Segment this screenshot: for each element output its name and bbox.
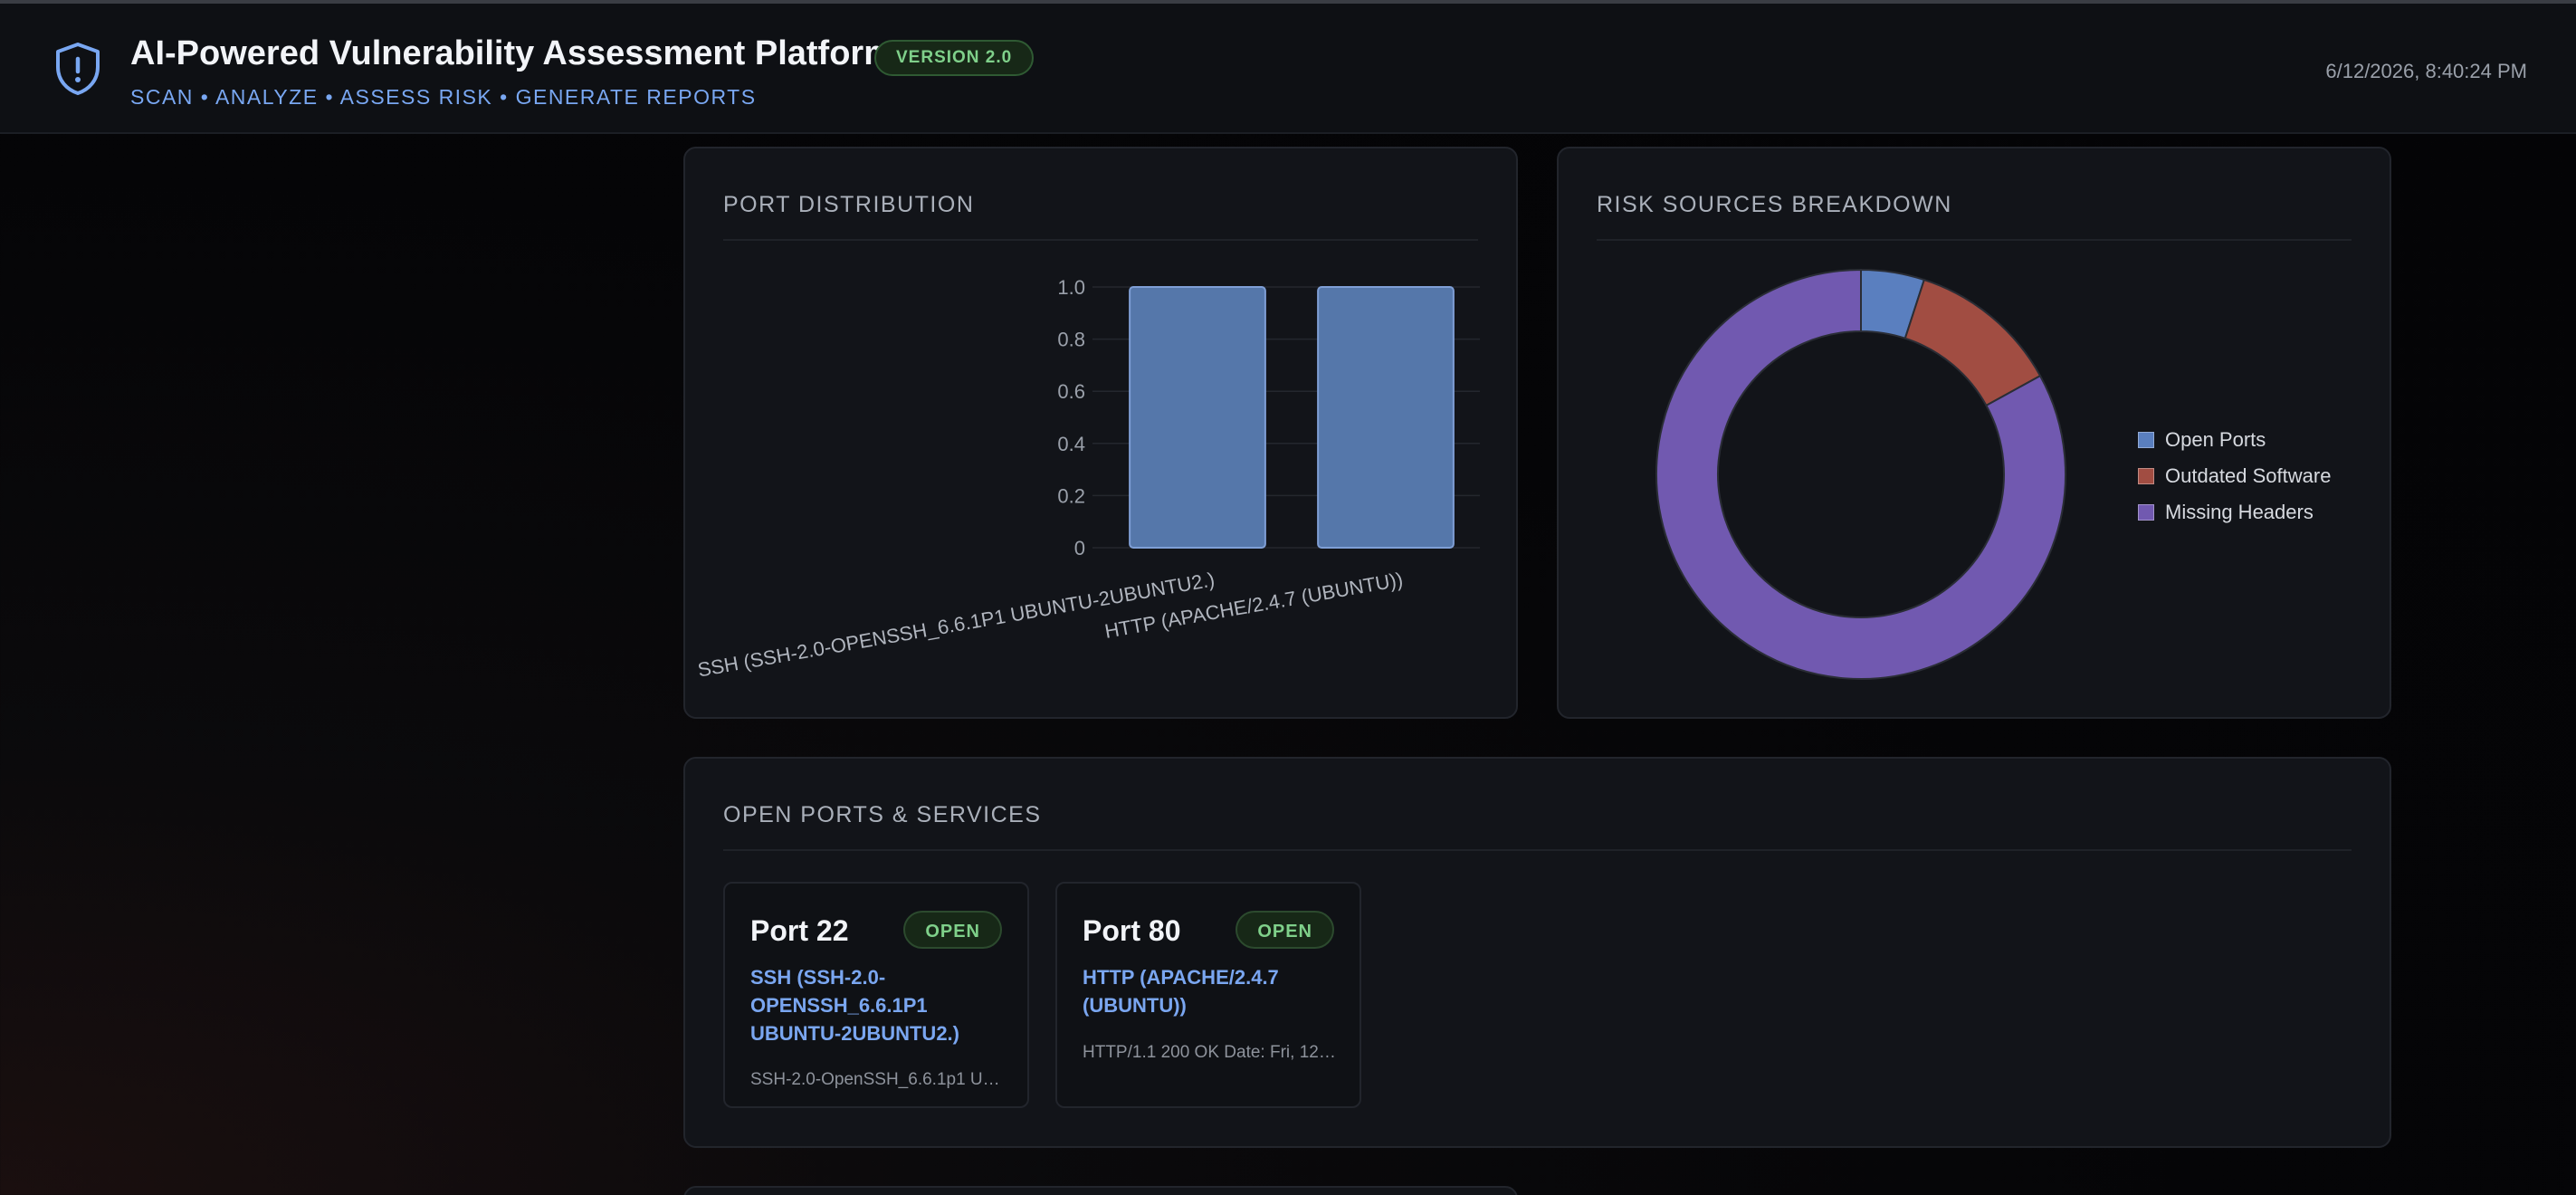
current-timestamp: 6/12/2026, 8:40:24 PM (2325, 60, 2527, 82)
legend-swatch (2138, 468, 2154, 484)
service-name: SSH (SSH-2.0-OPENSSH_6.6.1P1 UBUNTU-2UBU… (750, 966, 959, 1045)
port-card-80[interactable]: Port 80 OPEN HTTP (APACHE/2.4.7 (UBUNTU)… (1055, 882, 1361, 1108)
version-badge: VERSION 2.0 (874, 40, 1035, 76)
shield-alert-icon (56, 43, 100, 95)
y-tick-label: 0.2 (1057, 484, 1085, 507)
port-status-badge: OPEN (1236, 911, 1334, 949)
legend-item[interactable]: Open Ports (2138, 422, 2331, 458)
port-status-badge: OPEN (903, 911, 1002, 949)
legend-item[interactable]: Missing Headers (2138, 494, 2331, 531)
risk-sources-card: RISK SOURCES BREAKDOWN Open Ports Outdate… (1557, 147, 2391, 719)
open-ports-title: OPEN PORTS & SERVICES (723, 802, 1042, 827)
port-distribution-card: PORT DISTRIBUTION 0 0.2 0.4 0.6 0.8 1.0 SSH (S… (683, 147, 1518, 719)
y-tick-label: 0.4 (1057, 433, 1085, 455)
legend-swatch (2138, 432, 2154, 448)
port-distribution-chart: 00.20.40.60.81.0SSH (SSH-2.0-OPENSSH_6.6… (696, 276, 1480, 682)
card-divider (723, 849, 2352, 851)
y-tick-label: 0 (1074, 537, 1085, 559)
next-section-card (683, 1186, 1518, 1195)
app-title: AI-Powered Vulnerability Assessment Plat… (130, 34, 894, 72)
service-banner: HTTP/1.1 200 OK Date: Fri, 12 Jun 2026 (1083, 1043, 1338, 1062)
risk-sources-legend: Open Ports Outdated Software Missing Heade… (2138, 422, 2331, 531)
y-tick-label: 1.0 (1057, 276, 1085, 299)
bar (1317, 286, 1455, 549)
legend-label: Outdated Software (2165, 464, 2332, 487)
legend-item[interactable]: Outdated Software (2138, 458, 2331, 494)
service-banner: SSH-2.0-OpenSSH_6.6.1p1 Ubuntu-2ubuntu2. (750, 1070, 1006, 1089)
legend-swatch (2138, 504, 2154, 521)
service-name: HTTP (APACHE/2.4.7 (UBUNTU)) (1083, 966, 1279, 1017)
port-card-22[interactable]: Port 22 OPEN SSH (SSH-2.0-OPENSSH_6.6.1P… (723, 882, 1029, 1108)
port-number: Port 22 (750, 914, 849, 947)
app-tagline: SCAN • ANALYZE • ASSESS RISK • GENERATE … (130, 85, 757, 109)
legend-label: Open Ports (2165, 428, 2266, 451)
legend-label: Missing Headers (2165, 501, 2314, 523)
y-tick-label: 0.8 (1057, 329, 1085, 351)
open-ports-card: OPEN PORTS & SERVICES Port 22 OPEN SSH (… (683, 757, 2391, 1148)
app-header: AI-Powered Vulnerability Assessment Plat… (0, 4, 2576, 134)
y-tick-label: 0.6 (1057, 380, 1085, 403)
bar (1129, 286, 1266, 549)
port-number: Port 80 (1083, 914, 1181, 947)
